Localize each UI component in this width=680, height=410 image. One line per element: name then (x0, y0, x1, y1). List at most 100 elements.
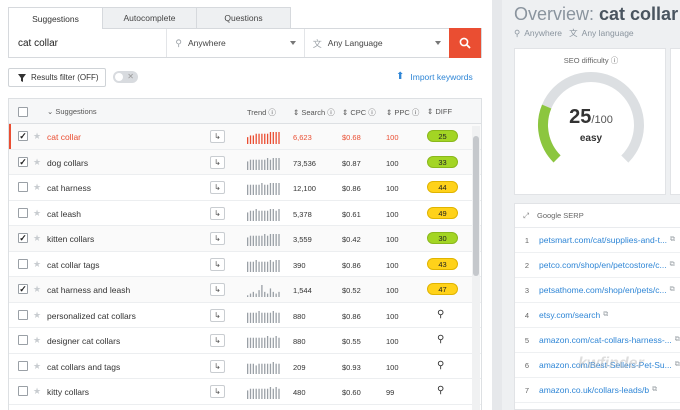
serp-result[interactable]: 5 amazon.com/cat-collars-harness-... ⧉ (515, 328, 680, 353)
serp-result[interactable]: 3 petsathome.com/shop/en/pets/c... ⧉ (515, 278, 680, 303)
row-checkbox[interactable] (18, 360, 28, 371)
header-trend[interactable]: Trend ⓘ (247, 107, 276, 118)
search-icon[interactable]: ⚲ (437, 385, 444, 396)
keyword-cell[interactable]: cat harness (47, 183, 91, 193)
table-row[interactable]: ★ cat harness ↳ 12,100 $0.86 100 44 (9, 175, 481, 201)
table-row[interactable]: ★ designer cat collars ↳ 880 $0.55 100 ⚲ (9, 328, 481, 354)
header-search[interactable]: ⇕ Search ⓘ (293, 107, 335, 118)
row-checkbox[interactable] (18, 309, 28, 320)
row-checkbox[interactable] (18, 258, 28, 269)
search-button[interactable] (449, 28, 481, 58)
select-all-checkbox[interactable] (18, 107, 28, 117)
header-cpc[interactable]: ⇕ CPC ⓘ (342, 107, 376, 118)
star-icon[interactable]: ★ (33, 233, 41, 244)
language-select[interactable]: 文 Any Language (303, 29, 449, 57)
scrollbar-thumb[interactable] (473, 136, 479, 276)
external-link-icon[interactable]: ⧉ (670, 286, 675, 294)
serp-url-link[interactable]: petco.com/shop/en/petcostore/c... (539, 260, 667, 270)
external-link-icon[interactable]: ⧉ (670, 261, 675, 269)
table-row[interactable]: ✓ ★ cat harness and leash ↳ 1,544 $0.52 100 47 (9, 277, 481, 303)
table-row[interactable]: ★ kitty collars ↳ 480 $0.60 99 ⚲ (9, 379, 481, 405)
table-scrollbar[interactable] (472, 126, 480, 410)
external-link-icon[interactable]: ⧉ (675, 336, 680, 344)
keyword-cell[interactable]: cat collar tags (47, 260, 99, 270)
tab-suggestions[interactable]: Suggestions (8, 7, 103, 29)
star-icon[interactable]: ★ (33, 335, 41, 346)
star-icon[interactable]: ★ (33, 386, 41, 397)
serp-url-link[interactable]: petsmart.com/cat/supplies-and-t... (539, 235, 667, 245)
keyword-cell[interactable]: kitten collars (47, 234, 94, 244)
row-checkbox[interactable]: ✓ (18, 131, 28, 141)
table-row[interactable]: ★ cat collar tags ↳ 390 $0.86 100 43 (9, 252, 481, 277)
row-checkbox[interactable] (18, 335, 28, 345)
filter-toggle[interactable]: ✕ (113, 71, 138, 83)
keyword-cell[interactable]: cat collars and tags (47, 362, 120, 372)
search-icon[interactable]: ⚲ (437, 360, 444, 371)
use-keyword-button[interactable]: ↳ (210, 257, 225, 271)
star-icon[interactable]: ★ (33, 284, 41, 295)
serp-result[interactable]: 4 etsy.com/search ⧉ (515, 303, 680, 328)
panel-divider[interactable] (492, 0, 502, 410)
external-link-icon[interactable]: ⧉ (603, 311, 608, 319)
use-keyword-button[interactable]: ↳ (210, 334, 225, 347)
row-checkbox[interactable] (18, 182, 28, 192)
tab-questions[interactable]: Questions (196, 7, 291, 28)
star-icon[interactable]: ★ (33, 182, 41, 193)
table-row[interactable]: ✓ ★ cat collar ↳ 6,623 $0.68 100 25 (9, 124, 481, 150)
use-keyword-button[interactable]: ↳ (210, 308, 225, 322)
keyword-cell[interactable]: cat collar (47, 132, 81, 142)
star-icon[interactable]: ★ (33, 157, 41, 168)
star-icon[interactable]: ★ (33, 259, 41, 270)
serp-url-link[interactable]: amazon.com/cat-collars-harness-... (539, 335, 672, 345)
table-row[interactable]: ★ cat leash ↳ 5,378 $0.61 100 49 (9, 201, 481, 226)
keyword-cell[interactable]: cat leash (47, 209, 81, 219)
use-keyword-button[interactable]: ↳ (210, 130, 225, 143)
results-filter-button[interactable]: Results filter (OFF) (8, 68, 106, 87)
row-checkbox[interactable] (18, 386, 28, 396)
star-icon[interactable]: ★ (33, 208, 41, 219)
keyword-cell[interactable]: kitty collars (47, 387, 89, 397)
external-link-icon[interactable]: ⧉ (670, 236, 675, 244)
search-icon[interactable]: ⚲ (437, 309, 444, 320)
star-icon[interactable]: ★ (33, 361, 41, 372)
use-keyword-button[interactable]: ↳ (210, 232, 225, 245)
use-keyword-button[interactable]: ↳ (210, 283, 225, 296)
header-ppc[interactable]: ⇕ PPC ⓘ (386, 107, 419, 118)
use-keyword-button[interactable]: ↳ (210, 181, 225, 194)
keyword-cell[interactable]: dog collars (47, 158, 88, 168)
use-keyword-button[interactable]: ↳ (210, 206, 225, 220)
serp-url-link[interactable]: etsy.com/search (539, 310, 600, 320)
serp-result[interactable]: 1 petsmart.com/cat/supplies-and-t... ⧉ (515, 228, 680, 253)
serp-result[interactable]: 7 amazon.co.uk/collars-leads/b ⧉ (515, 378, 680, 403)
keyword-input[interactable] (9, 29, 167, 57)
row-checkbox[interactable] (18, 207, 28, 218)
row-checkbox[interactable]: ✓ (18, 233, 28, 243)
table-row[interactable]: ✓ ★ dog collars ↳ 73,536 $0.87 100 33 (9, 149, 481, 175)
tab-autocomplete[interactable]: Autocomplete (102, 7, 197, 28)
header-diff[interactable]: ⇕ DIFF (427, 107, 452, 116)
row-checkbox[interactable]: ✓ (18, 284, 28, 294)
serp-url-link[interactable]: amazon.co.uk/collars-leads/b (539, 385, 649, 395)
use-keyword-button[interactable]: ↳ (210, 155, 225, 169)
use-keyword-button[interactable]: ↳ (210, 385, 225, 398)
search-icon[interactable]: ⚲ (437, 334, 444, 345)
row-checkbox[interactable]: ✓ (18, 156, 28, 167)
star-icon[interactable]: ★ (33, 131, 41, 142)
use-keyword-button[interactable]: ↳ (210, 359, 225, 373)
external-link-icon[interactable]: ⧉ (652, 386, 657, 394)
keyword-cell[interactable]: designer cat collars (47, 336, 120, 346)
star-icon[interactable]: ★ (33, 310, 41, 321)
keyword-cell[interactable]: personalized cat collars (47, 311, 136, 321)
import-keywords-link[interactable]: ⬆ Import keywords (396, 71, 473, 82)
location-select[interactable]: ⚲ Anywhere (166, 29, 303, 57)
table-row[interactable]: ✓ ★ kitten collars ↳ 3,559 $0.42 100 30 (9, 226, 481, 252)
serp-url-link[interactable]: petsathome.com/shop/en/pets/c... (539, 285, 667, 295)
serp-result[interactable]: 2 petco.com/shop/en/petcostore/c... ⧉ (515, 253, 680, 278)
table-row[interactable]: ★ cat collars and tags ↳ 209 $0.93 100 ⚲ (9, 354, 481, 379)
header-suggestions[interactable]: ⌄ Suggestions (47, 107, 97, 116)
expand-icon[interactable]: ⤢ (523, 211, 529, 221)
keyword-cell[interactable]: cat harness and leash (47, 285, 130, 295)
external-link-icon[interactable]: ⧉ (675, 361, 680, 369)
trend-bar (264, 261, 266, 272)
table-row[interactable]: ★ personalized cat collars ↳ 880 $0.86 100 ⚲ (9, 303, 481, 328)
